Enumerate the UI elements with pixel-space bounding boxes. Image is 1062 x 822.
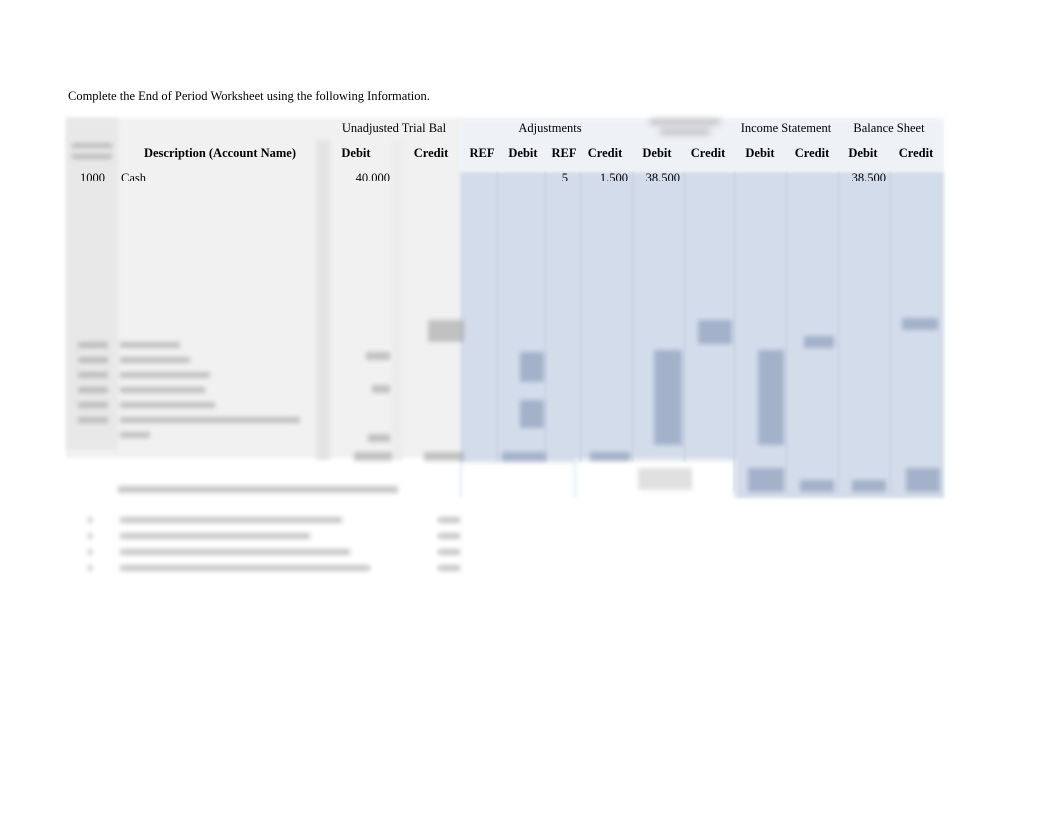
blurred-value [372, 385, 390, 393]
column-header-atb-credit: Credit [690, 146, 726, 160]
header-unadjusted-trial-balance: Unadjusted Trial Bal [341, 121, 447, 135]
instruction-text: Complete the End of Period Worksheet usi… [68, 89, 430, 103]
grid-line [545, 172, 546, 462]
blurred-adj-debits [520, 352, 544, 382]
column-header-adj-ref-debit: REF [469, 146, 495, 160]
grid-line [580, 172, 581, 462]
blurred-bs-totals [906, 468, 940, 492]
blurred-atb-totals [638, 468, 692, 490]
grid-line [890, 172, 891, 492]
column-header-utb-debit: Debit [341, 146, 371, 160]
blurred-bs-credits [902, 318, 938, 330]
blurred-adj-debits [520, 400, 544, 428]
adjustment-notes-blurred [88, 512, 468, 592]
column-divider [392, 140, 402, 460]
answer-area-gap [460, 462, 575, 507]
grid-line [838, 172, 839, 492]
grid-line [734, 172, 735, 492]
blurred-total [354, 452, 392, 461]
adjustment-notes-heading-blurred [118, 484, 398, 496]
blurred-is-credits [804, 336, 834, 348]
grid-line [632, 172, 633, 462]
column-header-description: Description (Account Name) [143, 146, 297, 160]
header-balance-sheet: Balance Sheet [853, 121, 925, 135]
grid-line [497, 172, 498, 462]
account-number: 1000 [80, 171, 105, 181]
blurred-is-totals [800, 480, 834, 492]
column-header-bs-credit: Credit [898, 146, 934, 160]
column-header-is-credit: Credit [794, 146, 830, 160]
header-adjusted-trial-balance-blurred [650, 116, 720, 138]
blurred-adj-credit-total [590, 452, 630, 461]
adj-ref-credit-value: 5 [561, 171, 568, 181]
grid-line [786, 172, 787, 492]
blurred-value [366, 352, 390, 360]
column-header-adj-ref-credit: REF [551, 146, 577, 160]
blurred-value [428, 320, 464, 342]
column-header-utb-credit: Credit [413, 146, 449, 160]
blurred-total [424, 452, 464, 461]
blurred-atb-credits [698, 320, 732, 344]
blurred-bs-totals [852, 480, 886, 492]
blurred-is-totals [748, 468, 784, 492]
column-divider [316, 140, 330, 460]
blurred-value [368, 434, 390, 442]
header-adjustments: Adjustments [518, 121, 582, 135]
bs-debit-value: 38,500 [851, 171, 886, 181]
header-account-number-blurred [72, 140, 112, 162]
column-header-is-debit: Debit [745, 146, 775, 160]
utb-debit-value: 40,000 [355, 171, 390, 181]
blurred-adj-debit-total [502, 452, 546, 461]
column-header-adj-debit: Debit [508, 146, 538, 160]
header-income-statement: Income Statement [740, 121, 832, 135]
column-header-bs-debit: Debit [848, 146, 878, 160]
blurred-is-debits [758, 350, 784, 445]
account-numbers-blurred [78, 338, 108, 443]
grid-line [684, 172, 685, 462]
account-name: Cash [121, 171, 146, 181]
account-names-blurred [120, 338, 310, 463]
column-header-atb-debit: Debit [642, 146, 672, 160]
adj-credit-value: 1,500 [599, 171, 628, 181]
atb-debit-value: 38,500 [645, 171, 680, 181]
column-header-adj-credit: Credit [587, 146, 623, 160]
blurred-atb-debits [654, 350, 682, 445]
